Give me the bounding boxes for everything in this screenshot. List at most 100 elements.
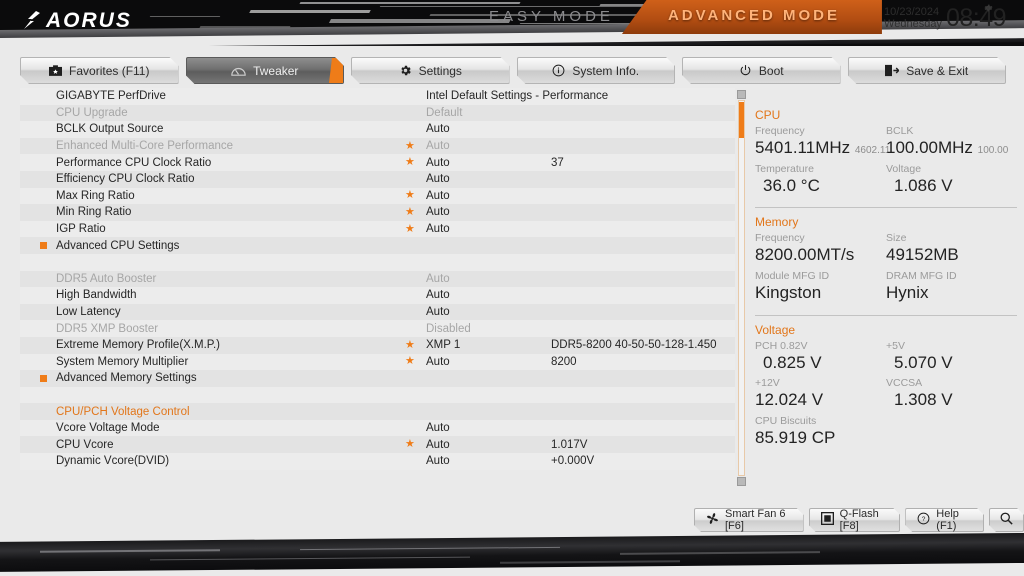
settings-row[interactable]: Enhanced Multi-Core Performance ★ Auto <box>20 137 735 155</box>
settings-row[interactable]: Performance CPU Clock Ratio ★ Auto 37 <box>20 154 735 171</box>
module-mfg: Module MFG ID Kingston <box>755 270 886 303</box>
cpu-frequency-sub: 4602.11 <box>854 145 891 157</box>
scrollbar-up-arrow[interactable] <box>737 90 746 99</box>
tab-save-exit[interactable]: Save & Exit <box>848 57 1007 84</box>
settings-row-label: Dynamic Vcore(DVID) <box>56 455 170 468</box>
settings-row[interactable]: Extreme Memory Profile(X.M.P.) ★ XMP 1 DDR5… <box>20 336 735 354</box>
settings-row[interactable]: Efficiency CPU Clock Ratio Auto <box>20 170 735 188</box>
settings-row-value[interactable]: Auto <box>426 206 450 218</box>
settings-row-value[interactable]: Auto <box>426 190 450 202</box>
settings-row[interactable]: CPU/PCH Voltage Control <box>20 403 735 420</box>
divider <box>755 207 1017 209</box>
settings-row-value[interactable]: Intel Default Settings - Performance <box>426 90 608 102</box>
module-mfg-label: Module MFG ID <box>755 270 830 283</box>
favorite-star-icon[interactable]: ★ <box>405 140 415 152</box>
cpu-voltage: Voltage 1.086 V <box>886 163 1017 196</box>
scrollbar-thumb[interactable] <box>739 102 744 138</box>
settings-row-value[interactable]: Auto <box>426 223 450 235</box>
settings-row-value[interactable]: Auto <box>426 173 450 185</box>
bios-screen: AORUS EASY MODE ADVANCED MODE 10/23/2024… <box>0 0 1024 576</box>
favorite-star-icon[interactable]: ★ <box>405 439 415 450</box>
settings-row[interactable]: Min Ring Ratio ★ Auto <box>20 204 735 221</box>
vccsa-voltage-value: 1.308 V <box>894 390 953 410</box>
cpu-temperature: Temperature 36.0 °C <box>755 163 886 196</box>
favorite-star-icon[interactable]: ★ <box>405 223 415 235</box>
settings-row-label: CPU Upgrade <box>56 106 128 119</box>
settings-row-value[interactable]: Auto <box>426 289 450 301</box>
favorite-star-icon[interactable]: ★ <box>405 339 415 351</box>
settings-row-value[interactable]: Auto <box>426 439 450 451</box>
search-button[interactable] <box>989 508 1024 532</box>
svg-text:?: ? <box>922 516 926 523</box>
help-button[interactable]: ? Help (F1) <box>905 508 984 532</box>
settings-row[interactable]: Dynamic Vcore(DVID) Auto +0.000V <box>20 453 735 470</box>
settings-row[interactable]: CPU Vcore ★ Auto 1.017V <box>20 436 735 454</box>
settings-row[interactable]: Advanced CPU Settings <box>20 237 735 254</box>
module-mfg-value: Kingston <box>755 283 822 303</box>
settings-row[interactable]: GIGABYTE PerfDrive Intel Default Settings… <box>20 88 735 105</box>
logo-text: AORUS <box>46 9 132 32</box>
settings-row[interactable]: CPU Upgrade Default <box>20 104 735 122</box>
cpu-biscuits-label: CPU Biscuits <box>755 415 817 428</box>
tab-tweaker[interactable]: Tweaker <box>186 57 345 84</box>
favorite-star-icon[interactable]: ★ <box>405 206 415 218</box>
settings-row-value[interactable]: Auto <box>426 273 450 285</box>
settings-row[interactable]: Max Ring Ratio ★ Auto <box>20 187 735 205</box>
settings-row[interactable]: System Memory Multiplier ★ Auto 8200 <box>20 353 735 371</box>
advanced-mode-button[interactable]: ADVANCED MODE <box>621 0 882 34</box>
cpu-temperature-label: Temperature <box>755 162 814 175</box>
tab-settings[interactable]: Settings <box>351 57 510 84</box>
settings-row-value[interactable]: Auto <box>426 123 450 135</box>
settings-row-value[interactable]: Auto <box>426 422 450 434</box>
date-text: 10/23/2024 <box>884 6 940 18</box>
scrollbar-down-arrow[interactable] <box>737 477 746 486</box>
settings-row[interactable]: Vcore Voltage Mode Auto <box>20 419 735 437</box>
chip-icon <box>821 512 834 528</box>
settings-scrollbar[interactable] <box>737 90 746 486</box>
tab-favorites[interactable]: Favorites (F11) <box>20 57 179 84</box>
settings-row-label: Low Latency <box>56 306 121 319</box>
qflash-button[interactable]: Q-Flash [F8] <box>809 508 901 532</box>
settings-row[interactable]: High Bandwidth Auto <box>20 287 735 304</box>
submenu-bullet-icon <box>40 242 47 250</box>
settings-row[interactable]: Low Latency Auto <box>20 303 735 321</box>
favorite-star-icon[interactable]: ★ <box>405 190 415 201</box>
favorite-star-icon[interactable]: ★ <box>405 157 415 168</box>
cpu-frequency-label: Frequency <box>755 125 805 137</box>
tab-boot-label: Boot <box>758 63 784 78</box>
settings-row[interactable]: BCLK Output Source Auto <box>20 121 735 138</box>
scrollbar-track[interactable] <box>738 100 745 476</box>
settings-row-label: IGP Ratio <box>56 223 106 236</box>
weekday-text: Wednesday <box>884 18 942 31</box>
smart-fan-button[interactable]: Smart Fan 6 [F6] <box>694 508 804 532</box>
settings-row-extra: 1.017V <box>551 438 588 451</box>
voltage-group-title: Voltage <box>755 322 796 337</box>
easy-mode-button[interactable]: EASY MODE <box>459 0 644 34</box>
settings-row-value[interactable]: Disabled <box>426 323 471 335</box>
mode-switch: EASY MODE ADVANCED MODE <box>459 0 882 34</box>
settings-row[interactable]: DDR5 Auto Booster Auto <box>20 270 735 288</box>
settings-row-value[interactable]: Default <box>426 107 462 119</box>
settings-row-value[interactable]: Auto <box>426 306 450 318</box>
memory-size-value: 49152MB <box>886 245 959 265</box>
settings-row-value[interactable]: Auto <box>426 140 450 152</box>
settings-row-extra: DDR5-8200 40-50-50-128-1.450 <box>551 339 717 352</box>
settings-row-value[interactable]: Auto <box>426 157 450 169</box>
settings-row-value[interactable]: XMP 1 <box>426 339 460 351</box>
settings-row-value[interactable]: Auto <box>426 356 450 368</box>
settings-row-label: DDR5 Auto Booster <box>56 272 157 285</box>
dram-mfg: DRAM MFG ID Hynix <box>886 270 1017 303</box>
favorite-star-icon[interactable]: ★ <box>405 356 415 367</box>
settings-row[interactable]: IGP Ratio ★ Auto <box>20 220 735 238</box>
settings-list[interactable]: GIGABYTE PerfDrive Intel Default Settings… <box>20 88 735 488</box>
settings-row[interactable]: Advanced Memory Settings <box>20 370 735 387</box>
settings-row[interactable]: DDR5 XMP Booster Disabled <box>20 320 735 337</box>
tab-boot[interactable]: Boot <box>682 57 841 84</box>
tab-system-info[interactable]: System Info. <box>517 57 676 84</box>
tab-favorites-label: Favorites (F11) <box>69 63 150 78</box>
settings-row-value[interactable]: Auto <box>426 455 450 467</box>
gear-icon[interactable] <box>982 2 994 14</box>
pch-voltage-label: PCH 0.82V <box>755 339 808 352</box>
vccsa-voltage-label: VCCSA <box>886 377 923 390</box>
memory-size-label: Size <box>886 232 907 245</box>
